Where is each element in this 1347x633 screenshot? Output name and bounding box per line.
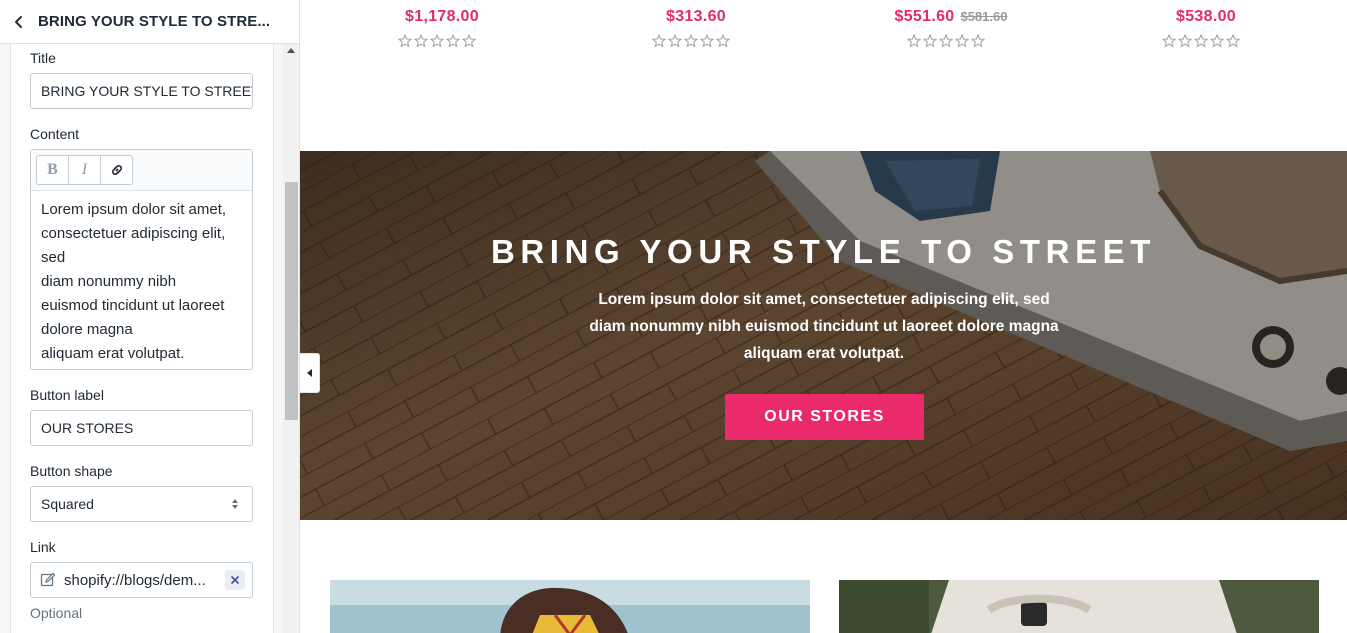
star-outline-icon <box>954 33 970 48</box>
link-button[interactable] <box>100 155 133 185</box>
link-field[interactable]: shopify://blogs/dem... <box>30 562 253 598</box>
title-label: Title <box>30 50 56 66</box>
rte-toolbar: B I <box>31 150 252 191</box>
scroll-up-arrow[interactable] <box>287 48 295 53</box>
price: $313.60 <box>666 8 726 25</box>
sidebar-scrollbar[interactable] <box>283 44 299 633</box>
star-outline-icon <box>1161 33 1177 48</box>
collection-image-right[interactable] <box>839 580 1319 633</box>
banner-content: BRING YOUR STYLE TO STREET Lorem ipsum d… <box>300 151 1347 520</box>
star-outline-icon <box>1177 33 1193 48</box>
price: $551.60 <box>894 8 955 25</box>
product-price: $313.60 <box>646 8 746 26</box>
collapse-sidebar-button[interactable] <box>300 353 320 393</box>
price: $538.00 <box>1176 8 1236 25</box>
star-outline-icon <box>429 33 445 48</box>
image-with-text-banner[interactable]: BRING YOUR STYLE TO STREET Lorem ipsum d… <box>300 151 1347 520</box>
button-shape-value: Squared <box>41 496 94 512</box>
star-outline-icon <box>397 33 413 48</box>
banner-text-line: Lorem ipsum dolor sit amet, consectetuer… <box>598 291 1050 308</box>
link-label: Link <box>30 539 56 555</box>
banner-text-line: aliquam erat volutpat. <box>743 345 905 362</box>
store-preview: $1,178.00 $313.60 $551.60 $581.60 $538.00 <box>300 0 1347 633</box>
star-outline-icon <box>938 33 954 48</box>
rating-stars <box>651 33 731 48</box>
product-price: $1,178.00 <box>392 8 492 26</box>
back-button[interactable] <box>0 0 38 44</box>
star-outline-icon <box>445 33 461 48</box>
star-outline-icon <box>1193 33 1209 48</box>
content-textarea[interactable]: Lorem ipsum dolor sit amet, consectetuer… <box>31 191 252 373</box>
compare-price: $581.60 <box>960 9 1008 24</box>
price: $1,178.00 <box>405 8 479 25</box>
content-line: dolore magna <box>41 321 133 338</box>
product-price: $538.00 <box>1156 8 1256 26</box>
link-value: shopify://blogs/dem... <box>64 571 206 589</box>
content-line: diam nonummy nibh <box>41 273 177 290</box>
button-label-label: Button label <box>30 387 104 403</box>
content-line: euismod tincidunt ut laoreet <box>41 297 225 314</box>
our-stores-button[interactable]: OUR STORES <box>725 394 924 440</box>
content-line: sed <box>41 249 66 266</box>
product-price: $551.60 $581.60 <box>876 8 1026 26</box>
edit-icon <box>40 572 56 587</box>
link-hint: Optional <box>30 605 83 621</box>
content-editor[interactable]: B I Lorem ipsum dolor sit amet, consecte… <box>30 149 253 370</box>
banner-text: Lorem ipsum dolor sit amet, consectetuer… <box>548 286 1100 367</box>
star-outline-icon <box>651 33 667 48</box>
button-shape-select[interactable]: Squared <box>30 486 253 522</box>
star-outline-icon <box>1225 33 1241 48</box>
italic-button[interactable]: I <box>68 155 101 185</box>
star-outline-icon <box>461 33 477 48</box>
theme-editor-sidebar: BRING YOUR STYLE TO STRE... Title BRING … <box>0 0 300 633</box>
star-outline-icon <box>699 33 715 48</box>
content-line: Lorem ipsum dolor sit amet, <box>41 201 227 218</box>
sidebar-header: BRING YOUR STYLE TO STRE... <box>0 0 299 44</box>
content-line: aliquam erat volutpat. <box>41 345 185 362</box>
star-outline-icon <box>715 33 731 48</box>
close-icon <box>230 575 240 585</box>
chevron-left-icon <box>15 15 22 28</box>
title-input[interactable]: BRING YOUR STYLE TO STREET <box>30 73 253 109</box>
collapse-arrow-icon <box>307 369 312 377</box>
knit-sweater-photo <box>839 580 1319 633</box>
woman-photo <box>330 580 810 633</box>
star-outline-icon <box>413 33 429 48</box>
rating-stars <box>1161 33 1241 48</box>
bold-button[interactable]: B <box>36 155 69 185</box>
rating-stars <box>397 33 477 48</box>
banner-text-line: diam nonummy nibh euismod tincidunt ut l… <box>589 318 1059 335</box>
star-outline-icon <box>906 33 922 48</box>
select-arrows-icon <box>232 499 238 509</box>
star-outline-icon <box>922 33 938 48</box>
star-outline-icon <box>683 33 699 48</box>
clear-link-button[interactable] <box>225 570 245 590</box>
content-line: consectetuer adipiscing elit, <box>41 225 226 242</box>
collection-image-left[interactable] <box>330 580 810 633</box>
button-label-input[interactable]: OUR STORES <box>30 410 253 446</box>
star-outline-icon <box>1209 33 1225 48</box>
rating-stars <box>906 33 986 48</box>
button-shape-label: Button shape <box>30 463 113 479</box>
star-outline-icon <box>970 33 986 48</box>
link-icon <box>111 165 122 175</box>
banner-heading: BRING YOUR STYLE TO STREET <box>490 233 1157 270</box>
star-outline-icon <box>667 33 683 48</box>
content-label: Content <box>30 126 80 142</box>
scrollbar-thumb[interactable] <box>285 182 298 420</box>
section-title: BRING YOUR STYLE TO STRE... <box>38 13 271 30</box>
